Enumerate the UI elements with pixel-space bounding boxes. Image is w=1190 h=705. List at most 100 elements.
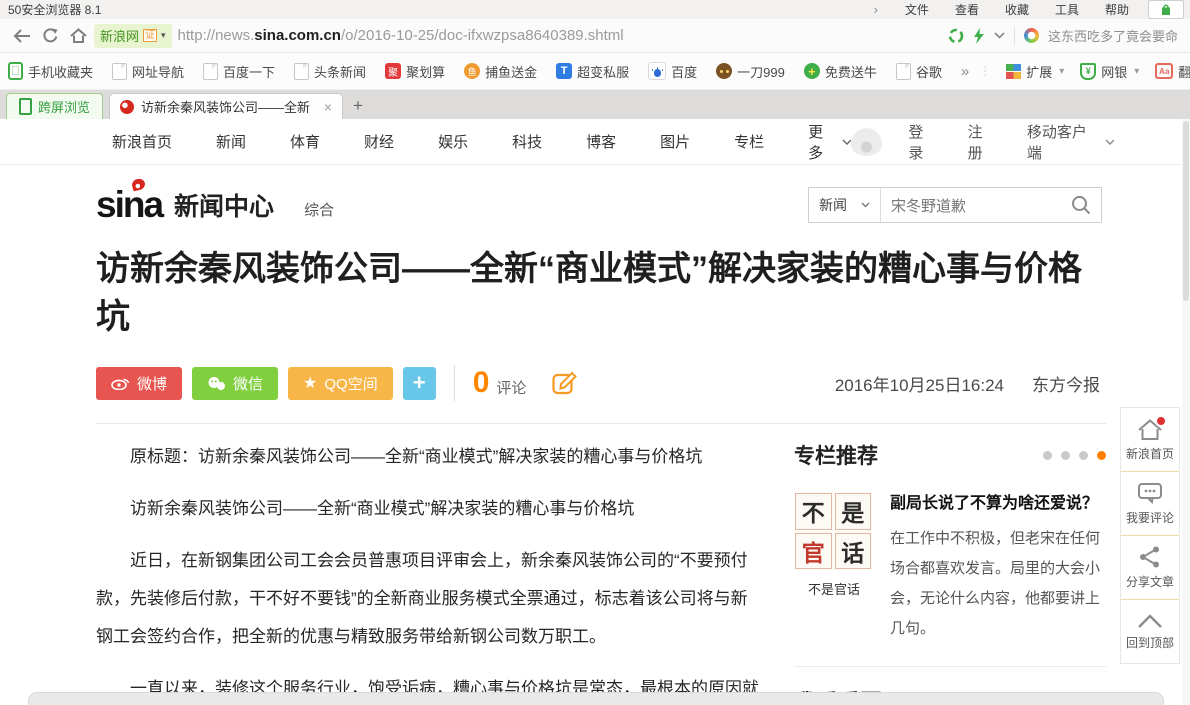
share-wechat-button[interactable]: 微信 <box>192 367 278 400</box>
menubar: 文件查看收藏工具帮助 <box>892 1 1142 18</box>
bookmark-item[interactable]: 网址导航 <box>112 62 184 81</box>
menu-item[interactable]: 查看 <box>942 1 992 18</box>
speed-lightning-icon[interactable] <box>973 28 985 44</box>
bookmark-item[interactable]: 百度一下 <box>203 62 275 81</box>
bookmark-item[interactable]: 谷歌 <box>896 62 942 81</box>
toolbar-item[interactable]: 网银▾ <box>1080 62 1139 81</box>
column-item-caption: 不是官话 <box>794 579 874 598</box>
bookmark-item[interactable]: 免费送牛 <box>804 62 877 81</box>
search-engine-logo[interactable] <box>1024 28 1039 43</box>
refresh-button[interactable] <box>36 23 64 49</box>
site-nav-more[interactable]: 更多 <box>808 121 851 163</box>
bag-icon <box>1160 3 1172 16</box>
new-tab-button[interactable]: + <box>343 93 373 119</box>
site-nav-item[interactable]: 财经 <box>364 131 394 152</box>
active-tab[interactable]: 访新余秦风装饰公司——全新 × <box>109 93 343 119</box>
chevron-down-icon[interactable]: ▾ <box>1059 66 1064 77</box>
chevron-down-icon[interactable] <box>1105 139 1114 145</box>
bookmark-item[interactable]: 捕鱼送金 <box>464 62 537 81</box>
search-category-select[interactable]: 新闻 <box>809 188 881 222</box>
site-nav-item[interactable]: 图片 <box>660 131 690 152</box>
tab-title: 访新余秦风装饰公司——全新 <box>141 97 317 116</box>
search-suggestion[interactable]: 这东西吃多了竟会要命 <box>1048 26 1178 45</box>
share-qzone-button[interactable]: ★ QQ空间 <box>288 367 393 400</box>
carousel-dot[interactable] <box>1043 451 1052 460</box>
site-nav: 新浪首页 新闻 体育 财经 娱乐 科技 博客 图片 专栏 更多 登录 注册 移动客户端 <box>0 119 1190 165</box>
share-weibo-button[interactable]: 微博 <box>96 367 182 400</box>
subsection-label[interactable]: 综合 <box>304 199 334 220</box>
site-nav-account: 登录 注册 移动客户端 <box>851 121 1114 163</box>
rail-share-button[interactable]: 分享文章 <box>1121 536 1179 600</box>
search-button[interactable] <box>1061 195 1101 215</box>
register-link[interactable]: 注册 <box>968 121 995 163</box>
search-input[interactable]: 宋冬野道歉 <box>881 195 1061 216</box>
carousel-dot[interactable] <box>1079 451 1088 460</box>
site-nav-item[interactable]: 科技 <box>512 131 542 152</box>
column-item-title[interactable]: 副局长说了不算为啥还爱说？ <box>890 492 1106 516</box>
write-comment-button[interactable] <box>552 370 578 396</box>
site-badge-label: 新浪网 <box>100 26 139 45</box>
bookmark-item[interactable]: 超变私服 <box>556 62 629 81</box>
rail-comment-button[interactable]: 我要评论 <box>1121 472 1179 536</box>
section-title[interactable]: 新闻中心 <box>174 187 274 223</box>
toolbar-item[interactable]: 翻译▾ <box>1155 62 1190 81</box>
column-item-thumb[interactable]: 不 是 官 话 不是官话 <box>794 492 874 644</box>
article-source[interactable]: 东方今报 <box>1032 371 1100 396</box>
bookmark-item[interactable]: 聚划算 <box>385 62 445 81</box>
url-prefix: http://news. <box>178 27 255 44</box>
home-icon <box>70 28 87 43</box>
horizontal-scrollbar[interactable] <box>28 692 1164 705</box>
mobile-client-link[interactable]: 移动客户端 <box>1027 121 1095 163</box>
promo-bag-button[interactable] <box>1148 0 1184 19</box>
rail-back-to-top-button[interactable]: 回到顶部 <box>1121 600 1179 663</box>
cross-screen-label: 跨屏浏览 <box>38 97 90 116</box>
toolbar-item[interactable]: 扩展▾ <box>1006 62 1064 81</box>
cross-screen-button[interactable]: 跨屏浏览 <box>6 93 103 119</box>
share-icon <box>1137 545 1163 569</box>
calligraphy-char: 是 <box>835 493 872 530</box>
menu-item[interactable]: 工具 <box>1042 1 1092 18</box>
home-button[interactable] <box>64 23 92 49</box>
site-nav-item[interactable]: 娱乐 <box>438 131 468 152</box>
url-field[interactable]: http://news.sina.com.cn/o/2016-10-25/doc… <box>178 23 944 49</box>
tab-close-button[interactable]: × <box>324 99 332 115</box>
comments-count[interactable]: 0 <box>473 366 490 400</box>
vertical-scrollbar[interactable] <box>1182 119 1190 705</box>
comment-icon <box>1136 481 1164 505</box>
menu-item[interactable]: 帮助 <box>1092 1 1142 18</box>
rail-home-button[interactable]: 新浪首页 <box>1121 408 1179 472</box>
bookmark-item[interactable]: 手机收藏夹 <box>8 62 93 81</box>
sina-logo[interactable]: sina <box>96 188 162 222</box>
bookmark-item[interactable]: 一刀999 <box>716 62 785 81</box>
share-wechat-label: 微信 <box>233 373 263 394</box>
bookmark-item[interactable]: 百度 <box>648 62 697 81</box>
back-button[interactable] <box>8 23 36 49</box>
chevron-down-icon[interactable] <box>994 32 1005 39</box>
menu-item[interactable]: 文件 <box>892 1 942 18</box>
site-nav-item[interactable]: 专栏 <box>734 131 764 152</box>
chevron-down-icon <box>861 202 870 208</box>
site-nav-item[interactable]: 新闻 <box>216 131 246 152</box>
site-identity-badge[interactable]: 新浪网 证 ▾ <box>94 24 172 48</box>
comments-label[interactable]: 评论 <box>496 377 526 398</box>
rail-comment-label: 我要评论 <box>1126 509 1174 526</box>
bookmark-favicon <box>464 63 480 79</box>
carousel-dot-active[interactable] <box>1097 451 1106 460</box>
bookmarks-overflow-button[interactable]: » <box>961 63 969 80</box>
calligraphy-char: 话 <box>835 533 872 570</box>
menu-item[interactable]: 收藏 <box>992 1 1042 18</box>
page-status-icon[interactable] <box>948 28 964 44</box>
site-nav-item[interactable]: 体育 <box>290 131 320 152</box>
bookmark-item[interactable]: 头条新闻 <box>294 62 366 81</box>
chevron-down-icon[interactable]: ▾ <box>1134 66 1139 77</box>
login-link[interactable]: 登录 <box>908 121 935 163</box>
publish-date: 2016年10月25日16:24 <box>835 371 1004 396</box>
bookmark-favicon <box>203 63 218 80</box>
share-more-button[interactable]: + <box>403 367 436 400</box>
site-nav-item[interactable]: 博客 <box>586 131 616 152</box>
article-paragraph: 近日，在新钢集团公司工会会员普惠项目评审会上，新余秦风装饰公司的“不要预付款，先… <box>96 542 762 656</box>
vertical-scrollbar-thumb[interactable] <box>1183 121 1189 301</box>
menu-expander-icon[interactable]: › <box>874 2 878 17</box>
carousel-dot[interactable] <box>1061 451 1070 460</box>
site-nav-item[interactable]: 新浪首页 <box>112 131 172 152</box>
